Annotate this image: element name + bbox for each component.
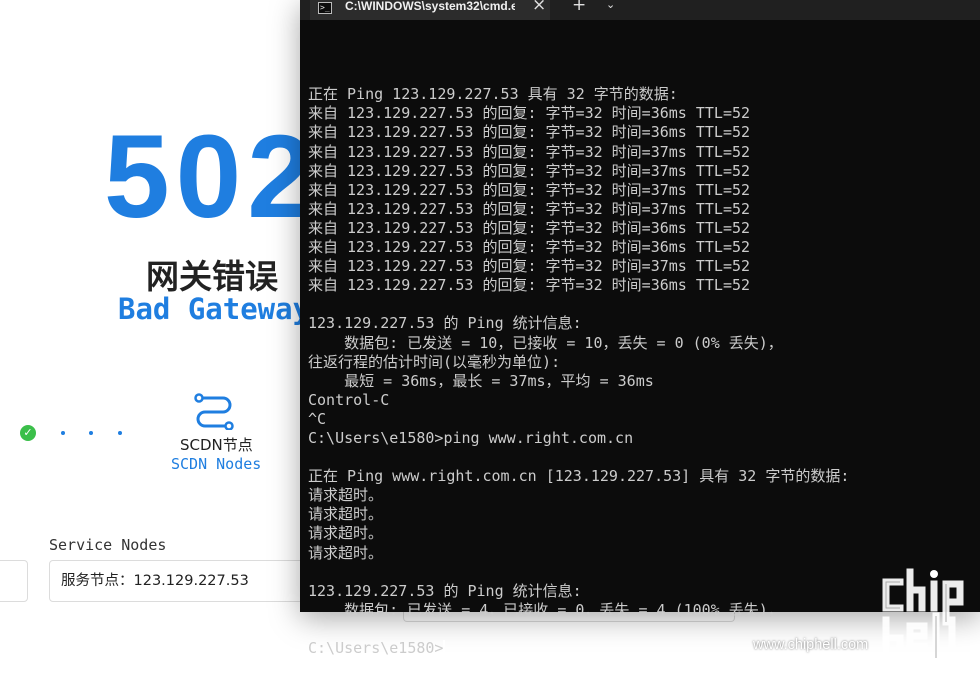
terminal-line: 来自 123.129.227.53 的回复: 字节=32 时间=37ms TTL…: [308, 142, 751, 161]
terminal-line: 数据包: 已发送 = 4，已接收 = 0，丢失 = 4 (100% 丢失)，: [308, 600, 783, 619]
terminal-line: 来自 123.129.227.53 的回复: 字节=32 时间=37ms TTL…: [308, 257, 751, 276]
chevron-down-icon[interactable]: ⌄: [606, 0, 615, 11]
terminal-line: 请求超时。: [308, 486, 384, 505]
terminal-line: 来自 123.129.227.53 的回复: 字节=32 时间=36ms TTL…: [308, 104, 751, 123]
terminal-line: C:\Users\e1580>ping www.right.com.cn: [308, 428, 634, 447]
terminal-line: 来自 123.129.227.53 的回复: 字节=32 时间=36ms TTL…: [308, 276, 751, 295]
progress-dot: [89, 431, 93, 435]
terminal-line: 来自 123.129.227.53 的回复: 字节=32 时间=37ms TTL…: [308, 161, 751, 180]
node-label-en: SCDN Nodes: [171, 455, 262, 473]
terminal-line: 最短 = 36ms，最长 = 37ms，平均 = 36ms: [308, 371, 654, 390]
check-circle-icon: ✓: [20, 425, 36, 441]
terminal-line: Control-C: [308, 390, 390, 409]
terminal-line: 请求超时。: [308, 524, 384, 543]
tab-title: C:\WINDOWS\system32\cmd.e: [345, 0, 515, 13]
error-title-en: Bad Gateway: [118, 292, 311, 326]
terminal-line: 正在 Ping 123.129.227.53 具有 32 字节的数据:: [308, 85, 678, 104]
new-tab-icon[interactable]: +: [572, 0, 586, 14]
chiphell-logo: [882, 568, 964, 662]
terminal-line: 来自 123.129.227.53 的回复: 字节=32 时间=37ms TTL…: [308, 199, 751, 218]
terminal-tab[interactable]: >_ C:\WINDOWS\system32\cmd.e ×: [310, 0, 550, 20]
cmd-icon: >_: [318, 2, 332, 14]
error-code: 502: [104, 111, 319, 243]
node-label-cn: SCDN节点: [180, 436, 253, 454]
terminal-line: 123.129.227.53 的 Ping 统计信息:: [308, 581, 582, 600]
terminal-window[interactable]: >_ C:\WINDOWS\system32\cmd.e × + ⌄ 正在 Pi…: [300, 0, 980, 657]
progress-dot: [118, 431, 122, 435]
terminal-line: ^C: [308, 409, 327, 428]
prompt-text: C:\Users\e1580>: [308, 639, 444, 657]
terminal-prompt[interactable]: C:\Users\e1580>: [308, 639, 978, 658]
progress-dot: [61, 431, 65, 435]
terminal-line: 请求超时。: [308, 505, 384, 524]
info-box: [0, 560, 28, 602]
terminal-line: 来自 123.129.227.53 的回复: 字节=32 时间=36ms TTL…: [308, 123, 751, 142]
terminal-line: 来自 123.129.227.53 的回复: 字节=32 时间=36ms TTL…: [308, 218, 751, 237]
terminal-line: 来自 123.129.227.53 的回复: 字节=32 时间=37ms TTL…: [308, 180, 751, 199]
close-tab-icon[interactable]: ×: [532, 0, 546, 14]
terminal-line: 数据包: 已发送 = 10，已接收 = 10，丢失 = 0 (0% 丢失)，: [308, 333, 783, 352]
service-nodes-label: Service Nodes: [49, 536, 167, 554]
terminal-line: 正在 Ping www.right.com.cn [123.129.227.53…: [308, 467, 850, 486]
watermark-url: www.chiphell.com: [753, 637, 869, 653]
terminal-line: 123.129.227.53 的 Ping 统计信息:: [308, 314, 582, 333]
text-cursor: [443, 640, 446, 656]
error-title-cn: 网关错误: [146, 257, 278, 296]
terminal-line: 来自 123.129.227.53 的回复: 字节=32 时间=36ms TTL…: [308, 238, 751, 257]
terminal-output[interactable]: 正在 Ping 123.129.227.53 具有 32 字节的数据: 来自 12…: [308, 28, 978, 658]
terminal-line: 往返行程的估计时间(以毫秒为单位):: [308, 352, 561, 371]
terminal-tab-bar: >_ C:\WINDOWS\system32\cmd.e × + ⌄: [300, 0, 980, 20]
terminal-line: 请求超时。: [308, 543, 384, 562]
route-icon: [194, 393, 234, 430]
